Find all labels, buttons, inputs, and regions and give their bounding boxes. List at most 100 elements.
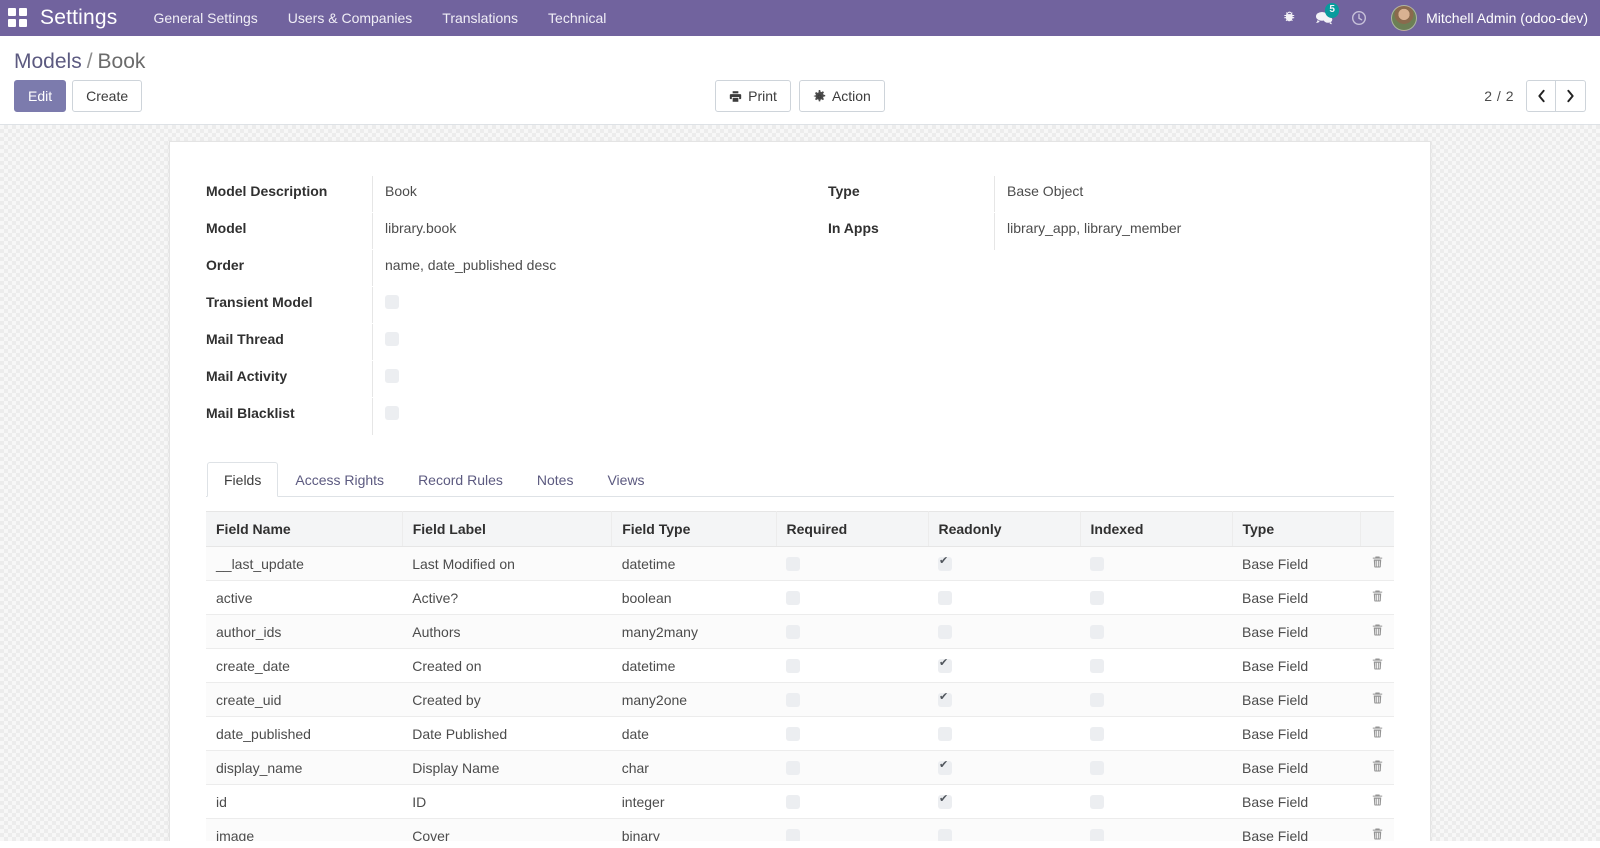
checkbox[interactable] [938,726,952,741]
action-button[interactable]: Action [798,80,885,113]
menu-item-translations[interactable]: Translations [442,10,518,26]
trash-icon[interactable] [1371,725,1384,742]
cell-delete[interactable] [1360,614,1394,650]
pager-next-button[interactable] [1556,80,1586,113]
checkbox[interactable] [786,794,800,809]
create-button[interactable]: Create [72,80,143,113]
form-value[interactable] [372,361,772,398]
checkbox[interactable] [1090,760,1104,775]
user-menu[interactable]: Mitchell Admin (odoo-dev) [1391,5,1588,31]
edit-button[interactable]: Edit [14,80,67,113]
column-header-field-label[interactable]: Field Label [402,511,613,548]
cell-delete[interactable] [1360,818,1394,842]
column-header-field-type[interactable]: Field Type [611,511,777,548]
checkbox[interactable] [938,624,952,639]
checkbox[interactable] [385,332,399,347]
cell-delete[interactable] [1360,580,1394,616]
table-row[interactable]: date_published Date Published date Base Fie… [206,716,1394,752]
checkbox[interactable] [1090,590,1104,605]
checkbox[interactable] [938,656,952,673]
cell-readonly[interactable] [928,818,1080,842]
table-row[interactable]: author_ids Authors many2many Base Field [206,614,1394,650]
cell-required[interactable] [776,648,928,684]
checkbox[interactable] [385,406,399,421]
print-button[interactable]: Print [715,80,791,113]
checkbox[interactable] [938,792,952,809]
form-value[interactable] [372,287,772,324]
app-brand-title[interactable]: Settings [40,6,117,30]
checkbox[interactable] [1090,624,1104,639]
bug-icon[interactable] [1282,10,1297,26]
table-row[interactable]: active Active? boolean Base Field [206,580,1394,616]
checkbox[interactable] [1090,726,1104,741]
cell-required[interactable] [776,818,928,842]
menu-item-users-companies[interactable]: Users & Companies [288,10,413,26]
menu-item-technical[interactable]: Technical [548,10,606,26]
checkbox[interactable] [938,690,952,707]
cell-indexed[interactable] [1080,580,1232,616]
table-row[interactable]: display_nameDisplay Namechar Base Field [206,750,1394,786]
cell-delete[interactable] [1360,750,1394,786]
checkbox[interactable] [1090,828,1104,842]
pager-previous-button[interactable] [1526,80,1556,113]
column-header-type[interactable]: Type [1232,511,1361,548]
cell-readonly[interactable] [928,750,1080,786]
table-row[interactable]: __last_updateLast Modified ondatetime Bas… [206,546,1394,582]
checkbox[interactable] [786,726,800,741]
tab-notes[interactable]: Notes [520,462,591,497]
tab-access-rights[interactable]: Access Rights [278,462,401,497]
cell-indexed[interactable] [1080,750,1232,786]
cell-readonly[interactable] [928,580,1080,616]
cell-delete[interactable] [1360,784,1394,820]
menu-item-general-settings[interactable]: General Settings [153,10,257,26]
column-header-readonly[interactable]: Readonly [928,511,1081,548]
trash-icon[interactable] [1371,657,1384,674]
cell-required[interactable] [776,580,928,616]
checkbox[interactable] [786,760,800,775]
checkbox[interactable] [938,554,952,571]
cell-required[interactable] [776,784,928,820]
trash-icon[interactable] [1371,589,1384,606]
trash-icon[interactable] [1371,759,1384,776]
checkbox[interactable] [786,692,800,707]
cell-required[interactable] [776,750,928,786]
checkbox[interactable] [385,295,399,310]
checkbox[interactable] [786,828,800,842]
checkbox[interactable] [786,590,800,605]
checkbox[interactable] [385,369,399,384]
checkbox[interactable] [938,590,952,605]
cell-indexed[interactable] [1080,784,1232,820]
checkbox[interactable] [1090,556,1104,571]
cell-readonly[interactable] [928,716,1080,752]
checkbox[interactable] [1090,794,1104,809]
checkbox[interactable] [1090,658,1104,673]
cell-indexed[interactable] [1080,716,1232,752]
trash-icon[interactable] [1371,793,1384,810]
table-row[interactable]: image Cover binary Base Field [206,818,1394,842]
trash-icon[interactable] [1371,555,1384,572]
breadcrumb-parent[interactable]: Models [14,50,82,73]
cell-required[interactable] [776,614,928,650]
cell-readonly[interactable] [928,546,1080,582]
tab-record-rules[interactable]: Record Rules [401,462,520,497]
trash-icon[interactable] [1371,623,1384,640]
checkbox[interactable] [786,658,800,673]
table-row[interactable]: create_uidCreated bymany2one Base Field [206,682,1394,718]
checkbox[interactable] [786,556,800,571]
cell-indexed[interactable] [1080,818,1232,842]
cell-readonly[interactable] [928,614,1080,650]
column-header-required[interactable]: Required [776,511,929,548]
table-row[interactable]: create_dateCreated ondatetime Base Field [206,648,1394,684]
trash-icon[interactable] [1371,691,1384,708]
cell-indexed[interactable] [1080,682,1232,718]
cell-indexed[interactable] [1080,614,1232,650]
tab-views[interactable]: Views [590,462,661,497]
messages-icon[interactable]: 5 [1315,3,1340,26]
apps-grid-icon[interactable] [8,8,28,28]
cell-required[interactable] [776,682,928,718]
cell-delete[interactable] [1360,682,1394,718]
cell-indexed[interactable] [1080,546,1232,582]
checkbox[interactable] [938,828,952,842]
cell-delete[interactable] [1360,716,1394,752]
cell-readonly[interactable] [928,784,1080,820]
